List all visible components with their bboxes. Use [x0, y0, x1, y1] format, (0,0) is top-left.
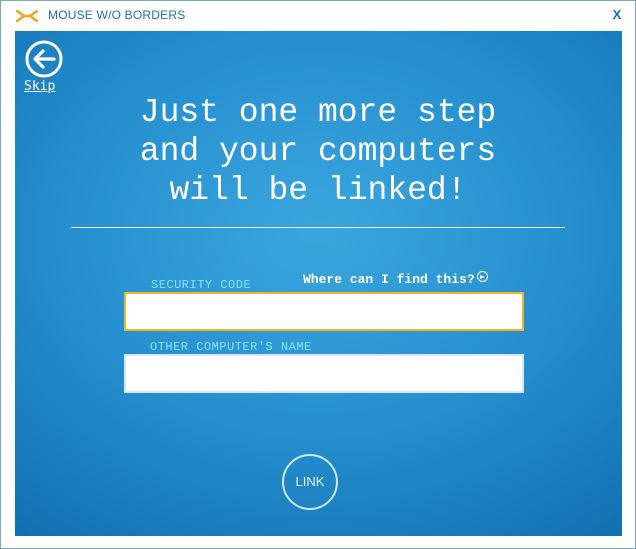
arrow-circle-icon [476, 271, 488, 282]
back-arrow-icon[interactable] [24, 39, 64, 79]
other-computer-name-input[interactable] [124, 354, 524, 393]
link-button[interactable]: LINK [282, 454, 338, 510]
security-code-input[interactable] [124, 292, 524, 331]
headline-line-1: Just one more step [139, 94, 497, 131]
setup-panel: Skip Just one more step and your compute… [15, 31, 622, 536]
mouse-without-borders-icon [15, 9, 39, 23]
other-computer-name-label: OTHER COMPUTER'S NAME [150, 340, 312, 354]
close-button[interactable]: X [609, 6, 625, 24]
headline-line-2: and your computers [139, 133, 497, 170]
skip-link[interactable]: Skip [24, 79, 55, 94]
headline-line-3: will be linked! [169, 172, 467, 209]
title-bar[interactable]: MOUSE W/O BORDERS X [1, 1, 635, 31]
where-can-i-find-this-link[interactable]: Where can I find this? [303, 271, 488, 287]
help-link-text: Where can I find this? [303, 272, 475, 287]
headline: Just one more step and your computers wi… [68, 93, 568, 210]
app-window: MOUSE W/O BORDERS X Skip Just one more s… [0, 0, 636, 549]
window-title: MOUSE W/O BORDERS [48, 8, 186, 22]
security-code-label: SECURITY CODE [151, 278, 252, 292]
divider [71, 227, 565, 228]
